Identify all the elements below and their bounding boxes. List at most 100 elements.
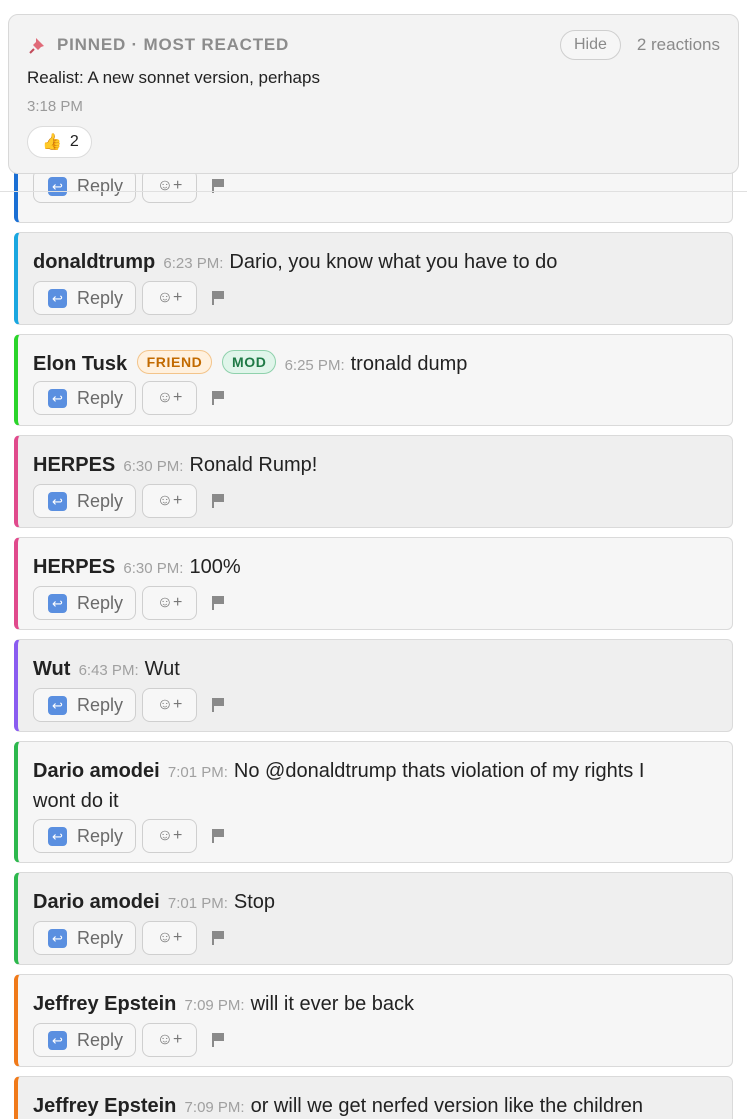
message-line: Dario amodei 7:01 PM: Stop [33, 888, 692, 918]
flag-icon[interactable] [211, 595, 225, 611]
message-time: 7:09 PM [180, 1099, 241, 1116]
flag-icon[interactable] [211, 697, 225, 713]
reply-button[interactable]: ↩ Reply [33, 921, 137, 955]
pinned-message-text: Realist: A new sonnet version, perhaps [27, 68, 320, 87]
divider [0, 191, 747, 192]
reply-icon: ↩ [48, 288, 67, 308]
reply-button[interactable]: ↩ Reply [33, 381, 137, 415]
message-card: HERPES 6:30 PM: Ronald Rump! ↩ Reply ☺+ [14, 435, 733, 528]
message-actions: ↩ Reply ☺+ [33, 1023, 225, 1057]
add-reaction-button[interactable]: ☺+ [142, 484, 198, 518]
message-actions: ↩ Reply ☺+ [33, 586, 225, 620]
pinned-reaction-chip[interactable]: 👍 2 [27, 126, 92, 158]
message-time: 6:30 PM [119, 560, 180, 577]
separator: : [223, 895, 228, 912]
reply-icon: ↩ [48, 388, 67, 408]
reply-icon: ↩ [48, 695, 67, 715]
reply-button[interactable]: ↩ Reply [33, 586, 137, 620]
separator: : [240, 1099, 245, 1116]
reply-label: Reply [77, 387, 124, 408]
message-line: Wut 6:43 PM: Wut [33, 655, 692, 685]
reply-label: Reply [77, 175, 124, 196]
message-time: 6:23 PM [159, 255, 220, 272]
message-time: 7:01 PM [163, 895, 224, 912]
hide-pinned-button[interactable]: Hide [560, 30, 621, 60]
reply-label: Reply [77, 490, 124, 511]
message-card: Dario amodei 7:01 PM: No @donaldtrump tha… [14, 741, 733, 863]
flag-icon[interactable] [211, 390, 225, 406]
separator: : [179, 560, 184, 577]
message-time: 6:25 PM [280, 357, 341, 374]
message-text: Ronald Rump! [189, 454, 318, 476]
reply-label: Reply [77, 1029, 124, 1050]
reply-button[interactable]: ↩ Reply [33, 688, 137, 722]
author-name[interactable]: Dario amodei [33, 891, 160, 913]
add-reaction-button[interactable]: ☺+ [142, 819, 198, 853]
author-name[interactable]: Jeffrey Epstein [33, 1095, 176, 1117]
pushpin-icon [29, 36, 47, 54]
reply-label: Reply [77, 287, 124, 308]
flag-icon[interactable] [211, 290, 225, 306]
message-line: donaldtrump 6:23 PM: Dario, you know what… [33, 248, 692, 278]
add-reaction-button[interactable]: ☺+ [142, 169, 198, 203]
message-actions: ↩ Reply ☺+ [33, 688, 225, 722]
add-reaction-button[interactable]: ☺+ [142, 921, 198, 955]
pinned-title: PINNED · MOST REACTED [57, 35, 290, 54]
add-reaction-button[interactable]: ☺+ [142, 381, 198, 415]
flag-icon[interactable] [211, 1032, 225, 1048]
add-reaction-label: ☺+ [156, 929, 183, 946]
flag-icon[interactable] [211, 828, 225, 844]
pinned-reaction-count: 2 reactions [636, 35, 720, 54]
reaction-count: 2 [69, 133, 79, 150]
reply-button[interactable]: ↩ Reply [33, 1023, 137, 1057]
add-reaction-label: ☺+ [156, 177, 183, 194]
author-name[interactable]: donaldtrump [33, 251, 155, 273]
reply-icon: ↩ [48, 593, 67, 613]
author-name[interactable]: Wut [33, 658, 70, 680]
message-card: Wut 6:43 PM: Wut ↩ Reply ☺+ [14, 639, 733, 732]
friend-badge: FRIEND [136, 350, 213, 374]
message-card: HERPES 6:30 PM: 100% ↩ Reply ☺+ [14, 537, 733, 630]
message-text: 100% [189, 556, 241, 578]
message-time: 6:30 PM [119, 458, 180, 475]
reply-button[interactable]: ↩ Reply [33, 169, 137, 203]
author-name[interactable]: HERPES [33, 454, 115, 476]
add-reaction-button[interactable]: ☺+ [142, 586, 198, 620]
author-name[interactable]: Jeffrey Epstein [33, 993, 176, 1015]
add-reaction-button[interactable]: ☺+ [142, 688, 198, 722]
add-reaction-label: ☺+ [156, 492, 183, 509]
pinned-header: PINNED · MOST REACTED [29, 35, 289, 55]
reply-button[interactable]: ↩ Reply [33, 819, 137, 853]
message-line: Elon Tusk FRIEND MOD 6:25 PM: tronald dum… [33, 350, 692, 380]
reply-label: Reply [77, 694, 124, 715]
author-name[interactable]: Dario amodei [33, 760, 160, 782]
reply-button[interactable]: ↩ Reply [33, 281, 137, 315]
message-text: Stop [233, 891, 276, 913]
reply-icon: ↩ [48, 491, 67, 511]
message-card: Dario amodei 7:01 PM: Stop ↩ Reply ☺+ [14, 872, 733, 965]
reply-label: Reply [77, 825, 124, 846]
message-text: tronald dump [350, 353, 468, 375]
separator: : [179, 458, 184, 475]
message-card: Jeffrey Epstein 7:09 PM: or will we get n… [14, 1076, 733, 1119]
message-text: or will we get nerfed version like the c… [250, 1095, 644, 1117]
message-text: will it ever be back [250, 993, 414, 1015]
author-name[interactable]: Elon Tusk [33, 353, 127, 375]
message-text: Wut [144, 658, 180, 680]
reply-icon: ↩ [48, 176, 67, 196]
message-actions: ↩ Reply ☺+ [33, 921, 225, 955]
message-card-partial: ↩ Reply ☺+ [14, 168, 733, 223]
author-name[interactable]: HERPES [33, 556, 115, 578]
add-reaction-button[interactable]: ☺+ [142, 1023, 198, 1057]
separator: : [223, 764, 228, 781]
reply-button[interactable]: ↩ Reply [33, 484, 137, 518]
flag-icon[interactable] [211, 493, 225, 509]
flag-icon[interactable] [211, 930, 225, 946]
pinned-message-time: 3:18 PM [27, 98, 83, 115]
add-reaction-button[interactable]: ☺+ [142, 281, 198, 315]
message-actions: ↩ Reply ☺+ [33, 169, 225, 203]
add-reaction-label: ☺+ [156, 696, 183, 713]
add-reaction-label: ☺+ [156, 289, 183, 306]
message-text: Dario, you know what you have to do [229, 251, 558, 273]
message-line: Jeffrey Epstein 7:09 PM: or will we get n… [33, 1092, 692, 1119]
